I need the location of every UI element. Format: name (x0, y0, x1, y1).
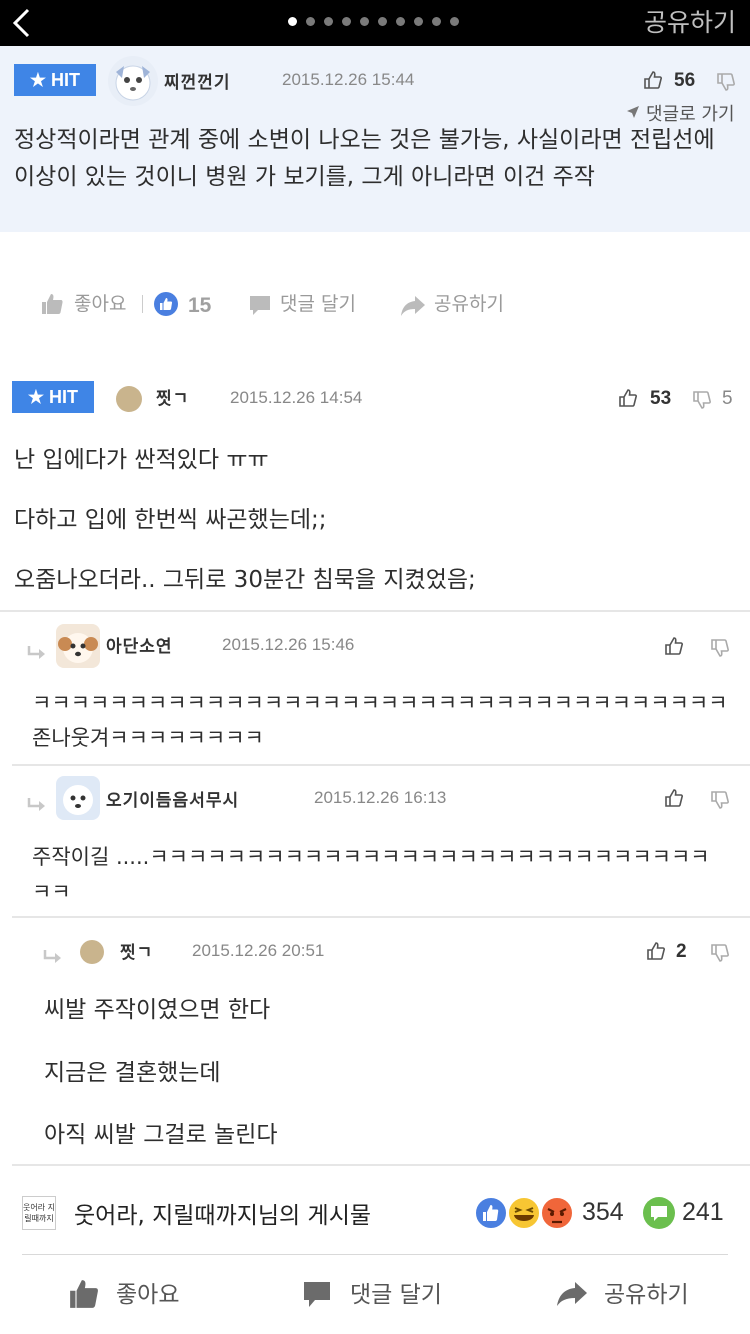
thumbs-up-icon[interactable] (664, 788, 684, 808)
angry-reaction-icon (540, 1196, 574, 1230)
thumbs-up-icon[interactable] (664, 636, 684, 656)
username[interactable]: 찟ㄱ (120, 938, 153, 963)
username[interactable]: 찌껀껀기 (164, 68, 231, 93)
comment-line: 다하고 입에 한번씩 싸곤했는데;; (14, 507, 327, 533)
like-badge-icon (154, 292, 178, 316)
thumbs-down-icon[interactable] (692, 390, 712, 410)
like-count: 15 (188, 294, 212, 317)
username[interactable]: 찟ㄱ (156, 384, 189, 409)
username[interactable]: 아단소연 (106, 632, 173, 657)
reply-arrow-icon (43, 950, 61, 963)
reply-line: 아직 씨발 그걸로 놀린다 (44, 1122, 278, 1148)
post-action-row: 좋아요 15 댓글 달기 공유하기 (0, 284, 750, 328)
thumbs-down-icon[interactable] (710, 638, 730, 658)
page-dot[interactable] (432, 17, 441, 26)
comment-icon[interactable] (248, 294, 272, 318)
page-dot[interactable] (378, 17, 387, 26)
thumbs-down-icon[interactable] (716, 72, 736, 92)
page-dot[interactable] (342, 17, 351, 26)
reply-arrow-icon (27, 646, 45, 659)
thumbs-up-icon[interactable] (643, 70, 663, 90)
page-dot[interactable] (288, 17, 297, 26)
hit-comment: ★ HIT 찌껀껀기 2015.12.26 15:44 56 댓글로 가기 정상… (0, 46, 750, 232)
comment-line: 난 입에다가 싼적있다 ㅠㅠ (14, 447, 269, 473)
page-dot[interactable] (396, 17, 405, 26)
reply-line: 씨발 주작이였으면 한다 (44, 997, 271, 1023)
share-button[interactable]: 공유하기 (644, 6, 736, 40)
comment-date: 2015.12.26 16:13 (314, 788, 447, 807)
comment-button[interactable]: 댓글 달기 (350, 1280, 442, 1310)
comment-count-icon[interactable] (642, 1196, 676, 1230)
username[interactable]: 오기이듬음서무시 (106, 786, 239, 811)
comment-line: 오줌나오더라.. 그뒤로 30분간 침묵을 지켰었음; (14, 567, 476, 593)
thumbs-up-icon[interactable] (68, 1278, 100, 1310)
like-count: 53 (650, 388, 672, 409)
divider (12, 1164, 750, 1166)
reply-text: ㅋㅋㅋㅋㅋㅋㅋㅋㅋㅋㅋㅋㅋㅋㅋㅋㅋㅋㅋㅋㅋㅋㅋㅋㅋㅋㅋㅋㅋㅋㅋㅋㅋㅋㅋㅋ존나웃겨… (32, 691, 728, 750)
thumbs-up-icon[interactable] (40, 292, 64, 316)
like-count: 2 (676, 941, 687, 962)
page-name[interactable]: 웃어라, 지릴때까지님의 게시물 (74, 1196, 371, 1230)
avatar (116, 386, 142, 412)
avatar (80, 940, 104, 964)
page-dot[interactable] (306, 17, 315, 26)
like-count: 56 (674, 70, 696, 91)
avatar (108, 56, 158, 106)
hit-badge: ★ HIT (12, 381, 94, 413)
comment-icon[interactable] (302, 1280, 332, 1310)
dislike-count: 5 (722, 388, 733, 409)
separator (142, 295, 143, 313)
reaction-icons[interactable] (474, 1196, 578, 1230)
page-dot[interactable] (324, 17, 333, 26)
divider (12, 764, 750, 766)
goto-arrow-icon (627, 106, 639, 118)
share-button[interactable]: 공유하기 (604, 1280, 689, 1310)
divider (12, 916, 750, 918)
page-indicator (288, 17, 459, 29)
page-logo[interactable]: 웃어라 지릴때까지 (22, 1196, 56, 1230)
avatar (56, 776, 100, 820)
share-icon[interactable] (400, 294, 426, 318)
page-dot[interactable] (450, 17, 459, 26)
thumbs-up-icon[interactable] (618, 388, 638, 408)
post-footer: 웃어라 지릴때까지 웃어라, 지릴때까지님의 게시물 354 241 좋아요 댓… (0, 1174, 750, 1334)
comment-button[interactable]: 댓글 달기 (280, 292, 356, 316)
comment-count[interactable]: 241 (682, 1198, 724, 1227)
haha-reaction-icon (507, 1196, 541, 1230)
like-reaction-icon (474, 1196, 508, 1230)
comment-date: 2015.12.26 14:54 (230, 388, 363, 407)
like-button[interactable]: 좋아요 (74, 292, 126, 316)
top-bar: 공유하기 (0, 0, 750, 46)
divider (0, 610, 750, 612)
divider (22, 1254, 728, 1255)
thumbs-down-icon[interactable] (710, 790, 730, 810)
reply-arrow-icon (27, 798, 45, 811)
like-button[interactable]: 좋아요 (116, 1280, 179, 1310)
avatar (56, 624, 100, 668)
comment-date: 2015.12.26 15:46 (222, 635, 355, 654)
reaction-count[interactable]: 354 (582, 1198, 624, 1227)
page-dot[interactable] (360, 17, 369, 26)
hit-badge: ★ HIT (14, 64, 96, 96)
comment-date: 2015.12.26 20:51 (192, 941, 325, 960)
reply-text: 주작이길 .....ㅋㅋㅋㅋㅋㅋㅋㅋㅋㅋㅋㅋㅋㅋㅋㅋㅋㅋㅋㅋㅋㅋㅋㅋㅋㅋㅋㅋㅋㅋ… (32, 845, 710, 904)
reply-line: 지금은 결혼했는데 (44, 1060, 221, 1086)
share-button[interactable]: 공유하기 (434, 292, 504, 316)
thumbs-up-icon[interactable] (646, 941, 666, 961)
comment-date: 2015.12.26 15:44 (282, 70, 415, 89)
share-icon[interactable] (556, 1280, 588, 1308)
thumbs-down-icon[interactable] (710, 943, 730, 963)
page-dot[interactable] (414, 17, 423, 26)
comment-text: 정상적이라면 관계 중에 소변이 나오는 것은 불가능, 사실이라면 전립선에 … (14, 127, 715, 190)
back-arrow-icon[interactable] (6, 4, 42, 42)
